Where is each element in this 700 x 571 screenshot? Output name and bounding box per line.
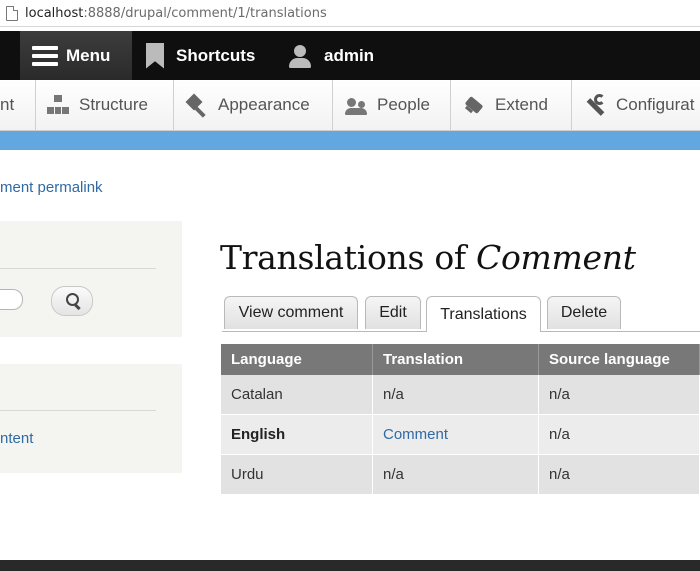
- tab-translations[interactable]: Translations: [426, 296, 541, 332]
- cell-translation: n/a: [372, 375, 539, 415]
- search-input[interactable]: [0, 289, 23, 310]
- user-icon: [288, 43, 312, 69]
- cell-translation: n/a: [372, 454, 539, 495]
- translation-link[interactable]: Comment: [383, 426, 448, 443]
- block-divider: [0, 410, 156, 411]
- shortcuts-button[interactable]: Shortcuts: [144, 31, 255, 80]
- tray-divider: [173, 80, 174, 130]
- comment-permalink-link[interactable]: ment permalink: [0, 179, 103, 196]
- tab-view-comment[interactable]: View comment: [224, 296, 358, 329]
- configuration-icon: [584, 94, 606, 116]
- title-prefix: Translations of: [220, 238, 477, 277]
- cell-source-language: n/a: [538, 375, 700, 415]
- local-tasks-tabs: View comment Edit Translations Delete: [222, 294, 700, 332]
- tray-item-label: nt: [0, 95, 15, 114]
- url-path: :8888/drupal/comment/1/translations: [83, 5, 327, 21]
- appearance-icon: [186, 94, 208, 116]
- column-header-source-language: Source language: [538, 344, 700, 375]
- block-divider: [0, 268, 156, 269]
- table-header-row: Language Translation Source language: [221, 344, 700, 375]
- title-entity: Comment: [476, 238, 636, 277]
- extend-icon: [463, 94, 485, 116]
- browser-address-bar[interactable]: localhost:8888/drupal/comment/1/translat…: [0, 0, 700, 27]
- column-header-translation: Translation: [372, 344, 539, 375]
- cell-source-language: n/a: [538, 454, 700, 495]
- search-button[interactable]: [51, 286, 93, 316]
- url-text[interactable]: localhost:8888/drupal/comment/1/translat…: [25, 6, 327, 21]
- cell-source-language: n/a: [538, 414, 700, 455]
- tray-item-label: Extend: [495, 95, 548, 114]
- tray-item-label: Configurat: [616, 95, 695, 114]
- cell-language: Catalan: [221, 375, 373, 415]
- tab-delete[interactable]: Delete: [547, 296, 621, 329]
- translations-table: Language Translation Source language Cat…: [221, 344, 700, 495]
- menu-label: Menu: [66, 45, 111, 65]
- bookmark-icon: [146, 42, 164, 69]
- search-block: [0, 221, 182, 337]
- page-icon: [6, 5, 18, 21]
- tray-item-content[interactable]: nt: [0, 80, 14, 130]
- cell-language: English: [221, 414, 373, 455]
- tray-divider: [450, 80, 451, 130]
- page-footer: [0, 560, 700, 571]
- search-icon: [66, 293, 79, 306]
- tray-item-extend[interactable]: Extend: [463, 80, 548, 130]
- tray-item-people[interactable]: People: [345, 80, 430, 130]
- tray-divider: [571, 80, 572, 130]
- people-icon: [345, 94, 367, 116]
- tray-divider: [332, 80, 333, 130]
- admin-tray: nt Structure Appearance People Extend Co…: [0, 80, 700, 131]
- tab-edit[interactable]: Edit: [365, 296, 421, 329]
- tray-item-label: People: [377, 95, 430, 114]
- table-row: English Comment n/a: [221, 414, 700, 455]
- menu-button[interactable]: Menu: [20, 31, 132, 80]
- table-row: Urdu n/a n/a: [221, 454, 700, 495]
- user-label: admin: [324, 45, 375, 65]
- hamburger-icon: [32, 45, 58, 67]
- accent-bar: [0, 131, 700, 150]
- admin-toolbar: Menu Shortcuts admin: [0, 31, 700, 80]
- tray-item-label: Appearance: [218, 95, 310, 114]
- sidebar-content-link[interactable]: ntent: [0, 430, 33, 447]
- tray-item-label: Structure: [79, 95, 148, 114]
- navigation-block: ntent: [0, 364, 182, 473]
- shortcuts-label: Shortcuts: [176, 45, 256, 65]
- table-row: Catalan n/a n/a: [221, 375, 700, 415]
- cell-translation: Comment: [372, 414, 539, 455]
- column-header-language: Language: [221, 344, 373, 375]
- tray-item-configuration[interactable]: Configurat: [584, 80, 694, 130]
- tray-item-structure[interactable]: Structure: [47, 80, 148, 130]
- page-title: Translations of Comment: [220, 238, 636, 277]
- url-host: localhost: [25, 5, 84, 21]
- user-button[interactable]: admin: [286, 31, 374, 80]
- tray-divider: [35, 80, 36, 130]
- tray-item-appearance[interactable]: Appearance: [186, 80, 310, 130]
- cell-language: Urdu: [221, 454, 373, 495]
- structure-icon: [47, 94, 69, 116]
